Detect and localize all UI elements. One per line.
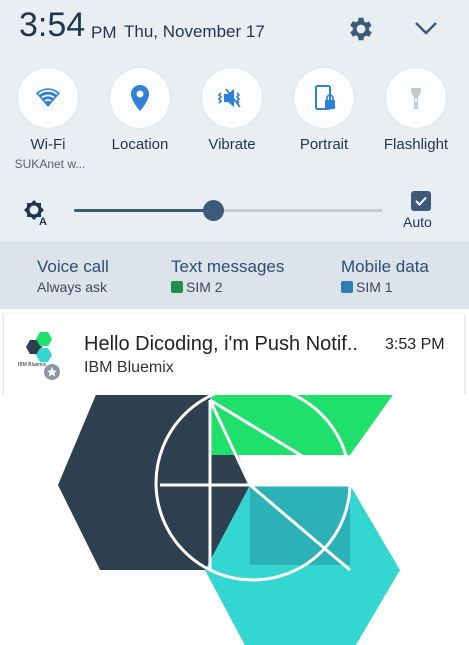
clock-ampm: PM — [91, 23, 117, 42]
push-notification[interactable]: IBM Bluemix Hello Dicoding, i'm Push Not… — [4, 313, 464, 395]
brightness-fill — [74, 209, 213, 212]
location-label: Location — [111, 136, 169, 153]
vibrate-tile[interactable] — [202, 68, 262, 128]
mobile-data-title: Mobile data — [341, 257, 429, 276]
notification-image — [0, 395, 469, 645]
mobile-data-value-row: SIM 1 — [341, 279, 393, 295]
clock-time: 3:54 — [19, 6, 86, 44]
quick-settings-panel: 3:54 PM Thu, November 17 Wi-Fi SUKAnet w… — [0, 0, 469, 241]
flashlight-icon — [411, 88, 421, 109]
wifi-icon — [36, 88, 60, 107]
ibm-bluemix-app-icon: IBM Bluemix — [16, 328, 60, 380]
notification-app-name: IBM Bluemix — [84, 359, 174, 376]
location-tile[interactable] — [110, 68, 170, 128]
text-messages-title: Text messages — [171, 257, 285, 276]
text-messages-value: SIM 2 — [186, 279, 223, 295]
status-header: 3:54 PM Thu, November 17 — [0, 0, 469, 58]
voice-call-value: Always ask — [37, 279, 108, 295]
auto-brightness-checkbox[interactable] — [411, 191, 431, 211]
brightness-slider[interactable] — [74, 209, 383, 212]
vibrate-label: Vibrate — [208, 136, 256, 153]
brightness-handle[interactable] — [203, 200, 224, 221]
wifi-label: Wi-Fi — [30, 136, 66, 153]
auto-brightness-icon: A — [24, 200, 47, 226]
voice-call-title: Voice call — [37, 257, 109, 276]
auto-brightness-label: Auto — [403, 214, 432, 230]
date-label: Thu, November 17 — [124, 22, 265, 41]
flashlight-tile[interactable] — [386, 68, 446, 128]
portrait-label: Portrait — [299, 136, 349, 153]
portrait-tile[interactable] — [294, 68, 354, 128]
sim2-phone-icon — [171, 281, 183, 293]
svg-text:A: A — [39, 216, 47, 226]
flashlight-label: Flashlight — [383, 136, 449, 153]
app-icon-caption: IBM Bluemix — [18, 362, 47, 368]
vibrate-icon — [217, 88, 241, 108]
settings-gear-icon[interactable] — [346, 14, 376, 44]
sim-settings-bar: Voice call Always ask Text messages SIM … — [0, 241, 469, 309]
checkmark-icon — [415, 196, 427, 206]
location-pin-icon — [131, 85, 149, 111]
wifi-network-name: SUKAnet w... — [14, 157, 86, 171]
collapse-chevron-icon[interactable] — [411, 17, 441, 41]
portrait-lock-icon — [315, 85, 335, 110]
text-messages-value-row: SIM 2 — [171, 279, 223, 295]
sim1-data-icon — [341, 281, 353, 293]
notification-title: Hello Dicoding, i'm Push Notif.. — [84, 333, 358, 355]
wifi-tile[interactable] — [18, 68, 78, 128]
notification-time: 3:53 PM — [385, 336, 445, 353]
mobile-data-value: SIM 1 — [356, 279, 393, 295]
